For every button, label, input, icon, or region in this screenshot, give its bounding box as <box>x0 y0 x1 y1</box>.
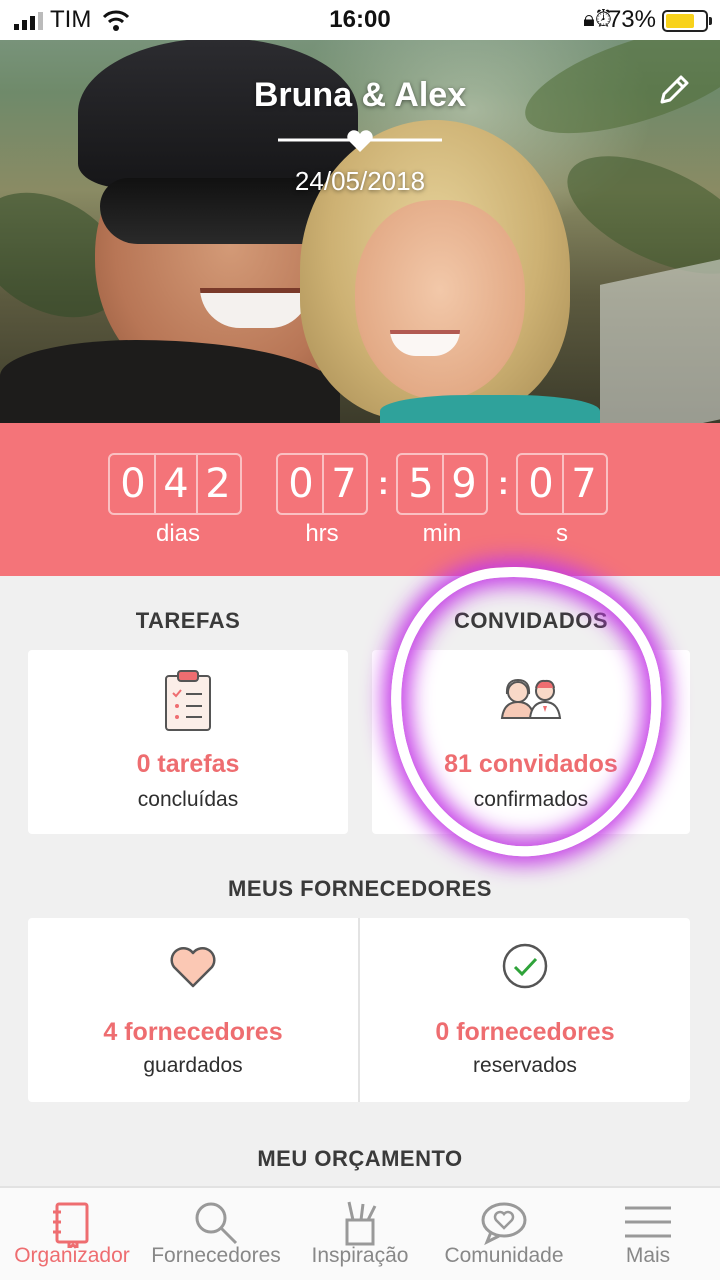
saved-vendors-sub: guardados <box>143 1054 243 1077</box>
tasks-section-title: TAREFAS <box>135 608 241 633</box>
tab-mais[interactable]: Mais <box>576 1188 720 1280</box>
hours-label: hrs <box>305 520 339 547</box>
days-digit: 4 <box>154 455 196 513</box>
menu-icon <box>625 1206 671 1238</box>
tasks-card[interactable]: 0 tarefas concluídas <box>28 650 348 834</box>
vendors-card: 4 fornecedores guardados 0 fornecedores … <box>28 918 690 1102</box>
tab-label: Fornecedores <box>151 1244 281 1267</box>
days-digit: 2 <box>196 455 238 513</box>
tab-label: Comunidade <box>444 1244 564 1267</box>
guests-sub: confirmados <box>473 788 589 811</box>
booked-vendors-count: 0 fornecedores <box>435 1018 615 1046</box>
tab-label: Inspiração <box>311 1244 409 1267</box>
countdown-hours: 0 7 <box>276 453 368 515</box>
hours-digit: 7 <box>322 455 364 513</box>
brushes-icon <box>345 1201 377 1246</box>
chat-heart-icon <box>481 1202 527 1246</box>
hours-digit: 0 <box>288 461 314 507</box>
minutes-digit: 9 <box>442 455 484 513</box>
booked-vendors[interactable]: 0 fornecedores reservados <box>360 918 690 1102</box>
edit-pencil-icon[interactable] <box>654 70 694 110</box>
booked-vendors-sub: reservados <box>473 1054 577 1077</box>
heart-icon <box>170 946 216 988</box>
notebook-icon <box>53 1202 89 1248</box>
tasks-count: 0 tarefas <box>136 750 240 778</box>
clipboard-checklist-icon <box>165 670 211 731</box>
countdown-minutes: 5 9 <box>396 453 488 515</box>
check-circle-icon <box>502 943 548 989</box>
wedding-date: 24/05/2018 <box>294 166 426 196</box>
seconds-label: s <box>556 520 568 547</box>
countdown-seconds: 0 7 <box>516 453 608 515</box>
minutes-digit: 5 <box>408 461 434 507</box>
saved-vendors[interactable]: 4 fornecedores guardados <box>28 918 358 1102</box>
seconds-digit: 7 <box>562 455 604 513</box>
days-label: dias <box>155 520 201 547</box>
tab-comunidade[interactable]: Comunidade <box>432 1188 576 1280</box>
wedding-countdown: 0 4 2 dias 0 7 hrs : 5 9 min : 0 7 s <box>0 423 720 576</box>
couple-photo: Bruna & Alex 24/05/2018 <box>0 0 720 423</box>
tab-label: Organizador <box>14 1244 130 1267</box>
tasks-sub: concluídas <box>137 788 239 811</box>
vendors-section-title: MEUS FORNECEDORES <box>228 876 492 901</box>
guests-card[interactable]: 81 convidados confirmados <box>372 650 690 834</box>
tab-fornecedores[interactable]: Fornecedores <box>144 1188 288 1280</box>
heart-divider-icon <box>278 130 442 152</box>
guests-section-title: CONVIDADOS <box>453 608 609 633</box>
battery-icon <box>662 10 712 32</box>
time-separator: : <box>498 465 509 501</box>
guests-count: 81 convidados <box>444 750 618 778</box>
tab-organizador[interactable]: Organizador <box>0 1188 144 1280</box>
minutes-label: min <box>422 520 462 547</box>
bottom-tab-bar: Organizador Fornecedores Inspiração Comu… <box>0 1186 720 1280</box>
tab-inspiracao[interactable]: Inspiração <box>288 1188 432 1280</box>
search-icon <box>195 1202 238 1245</box>
countdown-days: 0 4 2 <box>108 453 242 515</box>
time-separator: : <box>378 465 389 501</box>
budget-section-title: MEU ORÇAMENTO <box>257 1146 463 1171</box>
seconds-digit: 0 <box>528 461 554 507</box>
tab-label: Mais <box>625 1244 671 1267</box>
saved-vendors-count: 4 fornecedores <box>103 1018 283 1046</box>
guests-couple-icon <box>500 678 562 719</box>
couple-names: Bruna & Alex <box>253 76 467 114</box>
battery-percent: 73% <box>607 6 656 33</box>
status-bar: TIM 16:00 🔒︎⏰︎ 73% <box>0 0 720 40</box>
days-digit: 0 <box>120 461 146 507</box>
